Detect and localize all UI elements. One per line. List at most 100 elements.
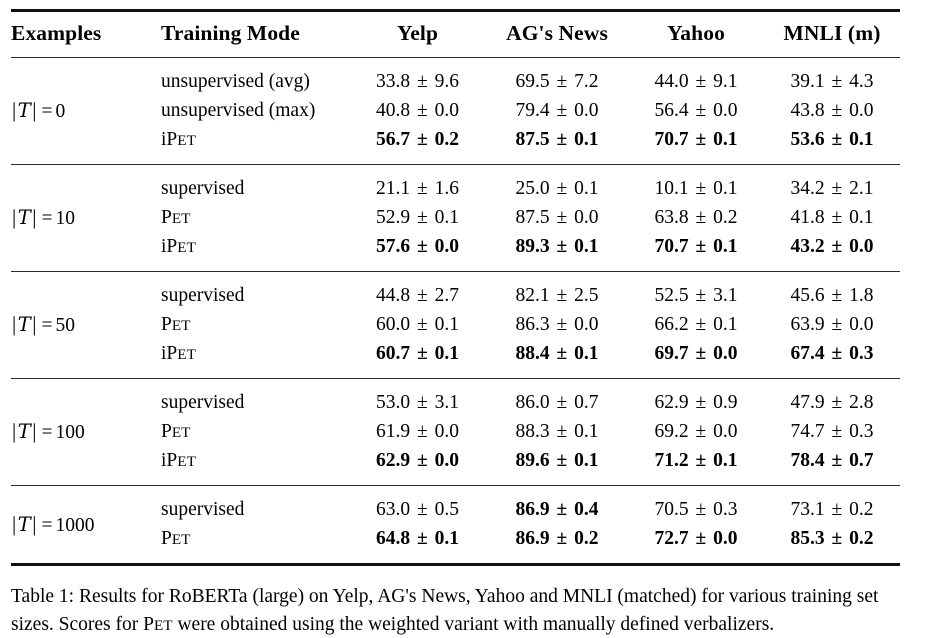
- training-mode-cell: supervised: [161, 391, 245, 413]
- table-row: |T| = 10 supervised 21.1 ± 1.6 25.0 ± 0.1 10.1…: [11, 174, 900, 230]
- training-mode-cell: iPET: [161, 235, 196, 257]
- score-cell-mnli: 45.6 ± 1.8: [790, 284, 874, 306]
- score-cell-agnews: 86.3 ± 0.0: [515, 313, 599, 335]
- score-cell-mnli: 39.1 ± 4.3: [790, 70, 874, 92]
- table-row: |T| = 0 unsupervised (avg) 33.8 ± 9.6 69.5 ± …: [11, 67, 900, 123]
- column-header-yahoo: Yahoo: [667, 21, 725, 45]
- score-cell-yelp: 53.0 ± 3.1: [376, 391, 459, 413]
- score-cell-yelp: 33.8 ± 9.6: [376, 70, 459, 92]
- score-cell-yelp: 44.8 ± 2.7: [376, 284, 459, 306]
- score-cell-yelp: 60.7 ± 0.1: [376, 342, 459, 364]
- score-cell-agnews: 69.5 ± 7.2: [515, 70, 599, 92]
- score-cell-yahoo: 56.4 ± 0.0: [654, 99, 738, 121]
- column-header-yelp: Yelp: [396, 21, 439, 45]
- score-cell-yahoo: 69.2 ± 0.0: [654, 420, 738, 442]
- score-cell-yelp: 62.9 ± 0.0: [376, 449, 459, 471]
- score-cell-mnli: 73.1 ± 0.2: [790, 498, 874, 520]
- score-cell-yelp: 63.0 ± 0.5: [376, 498, 459, 520]
- row-spacer: [11, 553, 900, 563]
- score-cell-agnews: 86.9 ± 0.4: [515, 498, 599, 520]
- table-figure: Examples Training Mode Yelp AG's News Yahoo M…: [0, 8, 928, 635]
- table-header-row: Examples Training Mode Yelp AG's News Yahoo M…: [11, 11, 900, 58]
- score-cell-mnli: 47.9 ± 2.8: [790, 391, 874, 413]
- score-cell-agnews: 86.9 ± 0.2: [515, 527, 599, 549]
- score-cell-yelp: 64.8 ± 0.1: [376, 527, 459, 549]
- training-mode-cell: supervised: [161, 177, 245, 199]
- row-spacer: [11, 154, 900, 164]
- score-cell-mnli: 41.8 ± 0.1: [790, 206, 874, 228]
- score-cell-mnli: 78.4 ± 0.7: [790, 449, 874, 471]
- score-cell-agnews: 87.5 ± 0.1: [515, 128, 599, 150]
- score-cell-agnews: 82.1 ± 2.5: [515, 284, 599, 306]
- block-top-spacer: [11, 379, 900, 389]
- row-spacer: [11, 165, 900, 175]
- results-table: Examples Training Mode Yelp AG's News Yahoo M…: [11, 8, 900, 566]
- score-cell-yahoo: 66.2 ± 0.1: [654, 313, 738, 335]
- score-cell-yahoo: 10.1 ± 0.1: [654, 177, 738, 199]
- score-cell-agnews: 86.0 ± 0.7: [515, 391, 599, 413]
- score-cell-agnews: 25.0 ± 0.1: [515, 177, 599, 199]
- score-cell-agnews: 87.5 ± 0.0: [515, 206, 599, 228]
- table-row: |T| = 1000 supervised 63.0 ± 0.5 86.9 ± 0.4 70…: [11, 495, 900, 536]
- score-cell-yelp: 60.0 ± 0.1: [376, 313, 459, 335]
- score-cell-mnli: 53.6 ± 0.1: [790, 128, 874, 150]
- score-cell-yahoo: 69.7 ± 0.0: [654, 342, 738, 364]
- training-mode-cell: unsupervised (avg): [161, 70, 310, 92]
- row-spacer: [11, 261, 900, 271]
- score-cell-yelp: 21.1 ± 1.6: [376, 177, 459, 199]
- score-cell-yelp: 61.9 ± 0.0: [376, 420, 459, 442]
- score-cell-yahoo: 63.8 ± 0.2: [654, 206, 738, 228]
- examples-label: |T| = 0: [12, 98, 66, 122]
- training-mode-cell: PET: [161, 527, 191, 549]
- training-mode-cell: iPET: [161, 449, 196, 471]
- block-top-spacer: [11, 58, 900, 68]
- row-spacer: [11, 379, 900, 389]
- training-mode-cell: PET: [161, 313, 191, 335]
- block-top-spacer: [11, 272, 900, 282]
- caption-body-2: were obtained using the weighted variant…: [172, 613, 775, 635]
- score-cell-yelp: 52.9 ± 0.1: [376, 206, 459, 228]
- table-row: |T| = 100 supervised 53.0 ± 3.1 86.0 ± 0.7 62.…: [11, 388, 900, 444]
- column-header-examples: Examples: [11, 21, 102, 45]
- score-cell-yahoo: 70.5 ± 0.3: [654, 498, 738, 520]
- score-cell-agnews: 79.4 ± 0.0: [515, 99, 599, 121]
- score-cell-mnli: 74.7 ± 0.3: [790, 420, 874, 442]
- column-header-mnli: MNLI (m): [783, 21, 881, 45]
- block-bottom-spacer: [11, 368, 900, 378]
- score-cell-yahoo: 70.7 ± 0.1: [654, 235, 738, 257]
- table-caption: Table 1: Results for RoBERTa (large) on …: [11, 583, 914, 638]
- training-mode-cell: iPET: [161, 128, 196, 150]
- score-cell-yahoo: 72.7 ± 0.0: [654, 527, 738, 549]
- score-cell-yahoo: 71.2 ± 0.1: [654, 449, 738, 471]
- score-cell-mnli: 34.2 ± 2.1: [790, 177, 874, 199]
- caption-label: Table 1:: [11, 586, 75, 607]
- examples-label: |T| = 10: [12, 205, 75, 229]
- column-header-agnews: AG's News: [506, 21, 608, 45]
- score-cell-mnli: 43.2 ± 0.0: [790, 235, 874, 257]
- training-mode-cell: supervised: [161, 284, 245, 306]
- score-cell-yelp: 57.6 ± 0.0: [376, 235, 459, 257]
- table-row: |T| = 50 supervised 44.8 ± 2.7 82.1 ± 2.5 52.5…: [11, 281, 900, 337]
- score-cell-yelp: 56.7 ± 0.2: [376, 128, 459, 150]
- score-cell-yahoo: 52.5 ± 3.1: [654, 284, 738, 306]
- column-header-mode: Training Mode: [161, 21, 300, 45]
- score-cell-mnli: 67.4 ± 0.3: [790, 342, 874, 364]
- examples-label: |T| = 100: [12, 419, 85, 443]
- block-bottom-spacer: [11, 154, 900, 164]
- training-mode-cell: PET: [161, 206, 191, 228]
- row-spacer: [11, 58, 900, 68]
- row-spacer: [11, 475, 900, 485]
- training-mode-cell: unsupervised (max): [161, 99, 316, 121]
- block-bottom-spacer: [11, 475, 900, 485]
- score-cell-yelp: 40.8 ± 0.0: [376, 99, 459, 121]
- score-cell-agnews: 89.6 ± 0.1: [515, 449, 599, 471]
- score-cell-mnli: 43.8 ± 0.0: [790, 99, 874, 121]
- table-bottom-rule: [11, 562, 900, 566]
- score-cell-yahoo: 62.9 ± 0.9: [654, 391, 738, 413]
- score-cell-yahoo: 44.0 ± 9.1: [654, 70, 738, 92]
- table-container: Examples Training Mode Yelp AG's News Yahoo M…: [11, 8, 900, 566]
- score-cell-mnli: 85.3 ± 0.2: [790, 527, 874, 549]
- score-cell-mnli: 63.9 ± 0.0: [790, 313, 874, 335]
- examples-label: |T| = 1000: [12, 511, 95, 536]
- row-spacer: [11, 368, 900, 378]
